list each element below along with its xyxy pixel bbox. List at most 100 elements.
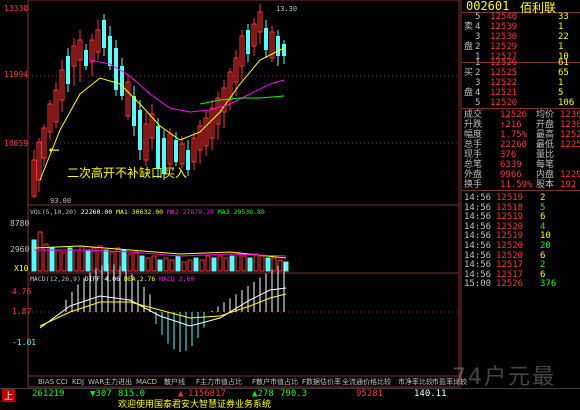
indicator-header-item: MA1 30632.00	[116, 208, 167, 216]
volume-bar	[271, 257, 277, 272]
volume-bar	[205, 255, 211, 272]
volume-bar	[181, 261, 187, 272]
indicator-header-item: DIFF 4.06	[84, 275, 124, 283]
chart-annotation: 二次高开不补缺口买入	[67, 166, 188, 180]
candle-body	[246, 30, 250, 54]
index-value-6: 140.11	[414, 389, 447, 399]
volume-bar	[109, 251, 115, 272]
indicator-header-item: MA2 27879.20	[166, 208, 218, 216]
macd-axis-label-low: -1.01	[12, 338, 37, 347]
candle-body	[156, 126, 160, 168]
volume-bar	[85, 249, 91, 272]
index-change-1: ▼307	[90, 389, 112, 399]
candle-body	[102, 20, 106, 48]
volume-bar	[91, 247, 97, 272]
stats-separator	[462, 108, 580, 109]
indicator-tab[interactable]: 主力进出	[104, 377, 132, 387]
chart-high-mark: 13.30	[276, 5, 298, 13]
watermark-logo: 74户元最	[452, 365, 556, 390]
indicator-tab[interactable]: BIAS	[38, 377, 54, 387]
volume-bar	[151, 255, 157, 272]
volume-bar	[31, 239, 37, 272]
candle-body	[84, 50, 88, 66]
volume-bar	[265, 257, 271, 272]
volume-bar	[37, 231, 43, 272]
volume-bar	[223, 257, 229, 272]
volume-bar	[127, 253, 133, 272]
vol-axis-label-unit: X10	[14, 264, 29, 273]
volume-bar	[73, 249, 79, 272]
macd-indicator-header: MACD(12,26,9) DIFF 4.06 DEA 2.76 MACD 2.…	[30, 275, 194, 283]
volume-bar	[157, 259, 163, 272]
indicator-header-item: DEA 2.76	[123, 275, 160, 283]
volume-bar	[217, 255, 223, 272]
indicator-tab[interactable]: F数据估价率	[302, 377, 341, 387]
candle-body	[132, 96, 136, 126]
ticks-separator	[462, 190, 580, 191]
indicator-tab[interactable]: 全流通价格比较	[342, 377, 391, 387]
volume-bar	[199, 259, 205, 272]
volume-bar	[97, 245, 103, 272]
candle-body	[264, 28, 268, 50]
volume-bar	[43, 243, 49, 272]
indicator-header-item: VOL(5,10,20)	[30, 208, 81, 216]
macd-axis-label-mid: 1.87	[12, 307, 32, 316]
indicator-tab[interactable]: F主力市值占比	[196, 377, 242, 387]
macd-axis-label-top: 4.76	[12, 287, 32, 296]
price-axis-label-top: 13330	[4, 4, 29, 13]
volume-bar	[259, 255, 265, 272]
volume-bar	[121, 249, 127, 272]
volume-bar	[211, 257, 217, 272]
volume-bar	[247, 257, 253, 272]
volume-bar	[133, 251, 139, 272]
volume-bar	[193, 257, 199, 272]
volume-bar	[49, 247, 55, 272]
index-value-4: 790.3	[280, 389, 308, 399]
volume-bar	[169, 259, 175, 272]
volume-bar	[145, 257, 151, 272]
price-axis-label-mid: 11994	[4, 70, 29, 79]
volume-bar	[277, 259, 283, 272]
volume-bar	[229, 255, 235, 272]
volume-bar	[283, 261, 289, 272]
index-value-1: 261219	[32, 389, 65, 399]
indicator-header-item: MACD(12,26,9)	[30, 275, 85, 283]
volume-bar	[253, 253, 259, 272]
ma-line-magenta	[89, 59, 285, 113]
ma-line-green	[199, 95, 285, 105]
price-axis-label-low: 10659	[4, 139, 29, 148]
indicator-header-item: 22260.00	[80, 208, 117, 216]
volume-bar	[139, 255, 145, 272]
vol-axis-label-mid: 2960	[10, 245, 30, 254]
volume-bar	[235, 253, 241, 272]
marquee-text: 欢迎使用国泰君安大智慧证券业务系统	[118, 400, 272, 410]
indicator-tab[interactable]: MACD	[136, 377, 157, 387]
vol-indicator-header: VOL(5,10,20) 22260.00 MA1 30632.00 MA2 2…	[30, 208, 265, 216]
volume-bar	[67, 247, 73, 272]
volume-bar	[175, 255, 181, 272]
arrow-annotation-icon: ⟵	[50, 142, 59, 158]
indicator-tab[interactable]: CCI	[56, 377, 68, 387]
candle-body	[66, 56, 70, 84]
chart-low-mark: 93.00	[50, 197, 72, 205]
volume-bar	[163, 257, 169, 272]
volume-bar	[55, 249, 61, 272]
macd-diff-line	[39, 287, 287, 329]
volume-bar	[241, 255, 247, 272]
candle-body	[276, 36, 280, 56]
candle-body	[282, 44, 286, 56]
volume-bar	[61, 251, 67, 272]
bottom-status-bar: 上 261219 ▼307 815.0 ▲ 1156817 ▲278 790.3…	[0, 365, 580, 410]
indicator-tab[interactable]: KDJ	[72, 377, 84, 387]
vol-axis-label-top: 8780	[10, 219, 30, 228]
indicator-tab[interactable]: 市净率比较	[398, 377, 433, 387]
indicator-tab[interactable]: F散户市值占比	[252, 377, 298, 387]
candle-body	[138, 110, 142, 150]
indicator-header-item: MA3 29539.80	[217, 208, 265, 216]
indicator-header-item: MACD 2.60	[159, 275, 195, 283]
macd-dea-line	[39, 293, 287, 327]
market-up-label: 上	[2, 389, 16, 402]
indicator-tab[interactable]: WAR	[88, 377, 104, 387]
indicator-tab[interactable]: 散户线	[164, 377, 185, 387]
stock-name: 佰利联	[520, 1, 557, 15]
